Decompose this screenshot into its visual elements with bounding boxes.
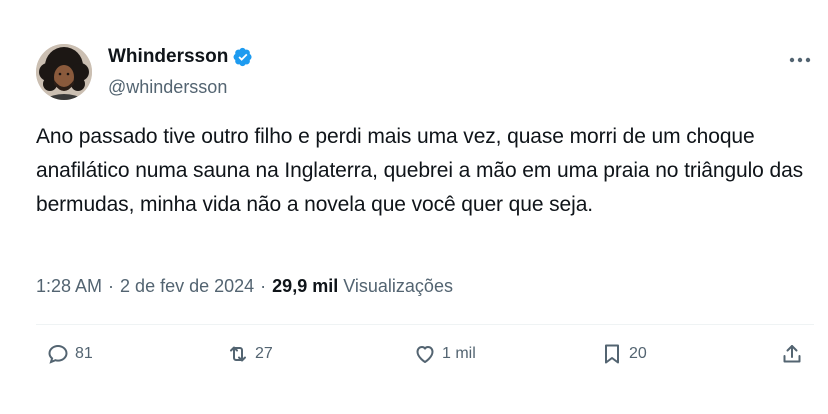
tweet-date[interactable]: 2 de fev de 2024 xyxy=(120,276,254,297)
tweet-meta: 1:28 AM · 2 de fev de 2024 · 29,9 mil Vi… xyxy=(36,276,453,297)
bookmark-icon xyxy=(600,342,624,366)
share-icon xyxy=(780,342,804,366)
views-count[interactable]: 29,9 mil xyxy=(272,276,338,297)
author-name-row: Whindersson xyxy=(108,46,253,68)
author-handle[interactable]: @whindersson xyxy=(108,77,227,98)
author-name[interactable]: Whindersson xyxy=(108,46,228,68)
divider xyxy=(36,324,814,325)
like-button[interactable]: 1 mil xyxy=(413,342,476,366)
tweet-text: Ano passado tive outro filho e perdi mai… xyxy=(36,125,804,216)
verified-icon xyxy=(233,47,253,67)
retweet-button[interactable]: 27 xyxy=(226,342,273,366)
views-label[interactable]: Visualizações xyxy=(343,276,453,297)
like-count: 1 mil xyxy=(442,345,476,362)
reply-icon xyxy=(46,342,70,366)
retweet-count: 27 xyxy=(255,345,273,362)
bookmark-count: 20 xyxy=(629,345,647,362)
action-bar: 81 27 1 mil 20 xyxy=(36,342,814,374)
meta-separator: · xyxy=(260,276,267,296)
bookmark-button[interactable]: 20 xyxy=(600,342,647,366)
avatar[interactable] xyxy=(36,44,92,100)
share-button[interactable] xyxy=(780,342,804,366)
retweet-icon xyxy=(226,342,250,366)
reply-button[interactable]: 81 xyxy=(46,342,93,366)
meta-separator: · xyxy=(108,276,115,296)
more-icon[interactable] xyxy=(786,48,814,72)
tweet-time[interactable]: 1:28 AM xyxy=(36,276,102,297)
tweet-card[interactable]: Whindersson @whindersson Ano passado tiv… xyxy=(0,0,828,414)
reply-count: 81 xyxy=(75,345,93,362)
like-icon xyxy=(413,342,437,366)
